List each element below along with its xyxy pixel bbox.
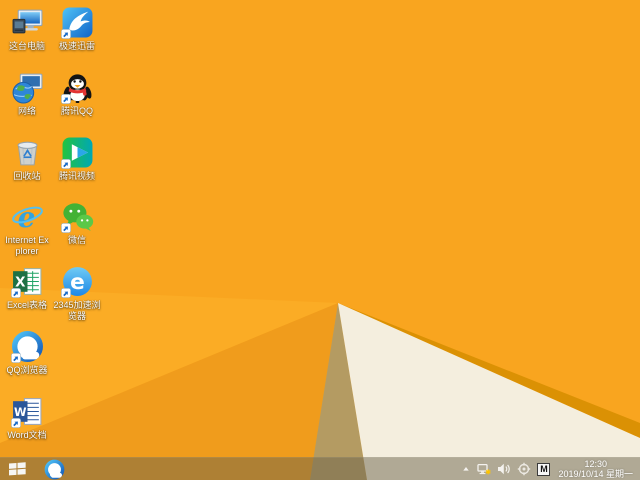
shortcut-arrow-icon (10, 288, 21, 299)
desktop-icon-this-pc[interactable]: 这台电脑 (3, 6, 51, 52)
desktop-icon-qq[interactable]: 腾讯QQ (53, 71, 101, 117)
desktop-icon-label: 这台电脑 (8, 41, 45, 51)
shortcut-arrow-icon (60, 223, 71, 234)
qq-icon (60, 71, 94, 104)
desktop-icon-excel[interactable]: X Excel表格 (3, 265, 51, 311)
browser-2345-icon: e (60, 265, 94, 299)
desktop-icon-xunlei[interactable]: 极速迅雷 (53, 6, 101, 52)
desktop-icon-label: Internet Explorer (5, 235, 49, 256)
desktop-icon-label: 网络 (17, 105, 36, 116)
ie-icon: e (11, 200, 44, 233)
desktop-icon-browser-2345[interactable]: e 2345加速浏览器 (53, 265, 101, 321)
qq-browser-icon (44, 459, 65, 480)
desktop-icon-qq-browser[interactable]: QQ浏览器 (3, 330, 51, 376)
shortcut-arrow-icon (60, 29, 71, 39)
taskbar-button-qq-browser[interactable] (34, 458, 74, 480)
show-hidden-icons-icon[interactable] (461, 464, 471, 474)
tray-icon-area: M (461, 462, 551, 476)
shortcut-arrow-icon (10, 353, 21, 363)
windows-logo-icon (8, 461, 26, 477)
desktop-icon-tencent-video[interactable]: 腾讯视频 (53, 136, 101, 182)
desktop-icon-network[interactable]: 网络 (3, 71, 51, 117)
desktop-icon-label: Excel表格 (6, 300, 47, 311)
shortcut-arrow-icon (10, 417, 21, 428)
desktop-icon-label: 回收站 (13, 170, 41, 181)
svg-text:e: e (17, 201, 35, 233)
word-icon: W (10, 395, 44, 428)
svg-text:e: e (70, 270, 85, 295)
excel-icon: X (10, 265, 44, 299)
desktop-icon-word[interactable]: W Word文档 (3, 395, 51, 441)
clock-time: 12:30 (584, 458, 607, 469)
desktop-icon-wechat[interactable]: 微信 (53, 200, 101, 246)
start-button[interactable] (0, 458, 34, 480)
shortcut-arrow-icon (60, 288, 71, 299)
system-tray: M 12:30 2019/10/14 星期一 (461, 458, 640, 480)
desktop-icon-label: Word文档 (7, 429, 47, 440)
clock-date: 2019/10/14 星期一 (558, 469, 633, 479)
recycle-bin-icon (11, 136, 44, 169)
desktop-icon-label: 极速迅雷 (58, 41, 95, 51)
desktop-icon-label: 2345加速浏览器 (53, 300, 101, 321)
this-pc-icon (11, 6, 44, 39)
xunlei-icon (60, 6, 94, 39)
taskbar-pinned-apps (34, 458, 74, 480)
desktop-icon-label: 腾讯视频 (58, 170, 95, 181)
desktop-icon-label: 微信 (67, 235, 86, 246)
network-status-icon[interactable] (477, 462, 492, 476)
desktop-icon-label: QQ浏览器 (6, 365, 48, 375)
safety-center-icon[interactable] (517, 462, 531, 476)
shortcut-arrow-icon (60, 158, 71, 169)
desktop-icon-label: 腾讯QQ (60, 105, 93, 116)
volume-icon[interactable] (497, 462, 511, 476)
qq-browser-icon (10, 330, 44, 363)
windows-desktop: 这台电脑 极速迅雷 网络 腾讯QQ 回收站 腾讯视频 e Internet Ex… (0, 0, 640, 480)
taskbar-clock[interactable]: 12:30 2019/10/14 星期一 (556, 459, 635, 480)
network-icon (11, 71, 44, 104)
tencent-video-icon (60, 136, 94, 169)
desktop-icon-grid: 这台电脑 极速迅雷 网络 腾讯QQ 回收站 腾讯视频 e Internet Ex… (0, 0, 640, 457)
wechat-icon (60, 200, 94, 234)
shortcut-arrow-icon (60, 93, 71, 104)
taskbar: M 12:30 2019/10/14 星期一 (0, 457, 640, 480)
input-method-indicator[interactable]: M (537, 462, 551, 476)
desktop-icon-ie[interactable]: e Internet Explorer (3, 200, 51, 256)
desktop-icon-recycle-bin[interactable]: 回收站 (3, 136, 51, 182)
